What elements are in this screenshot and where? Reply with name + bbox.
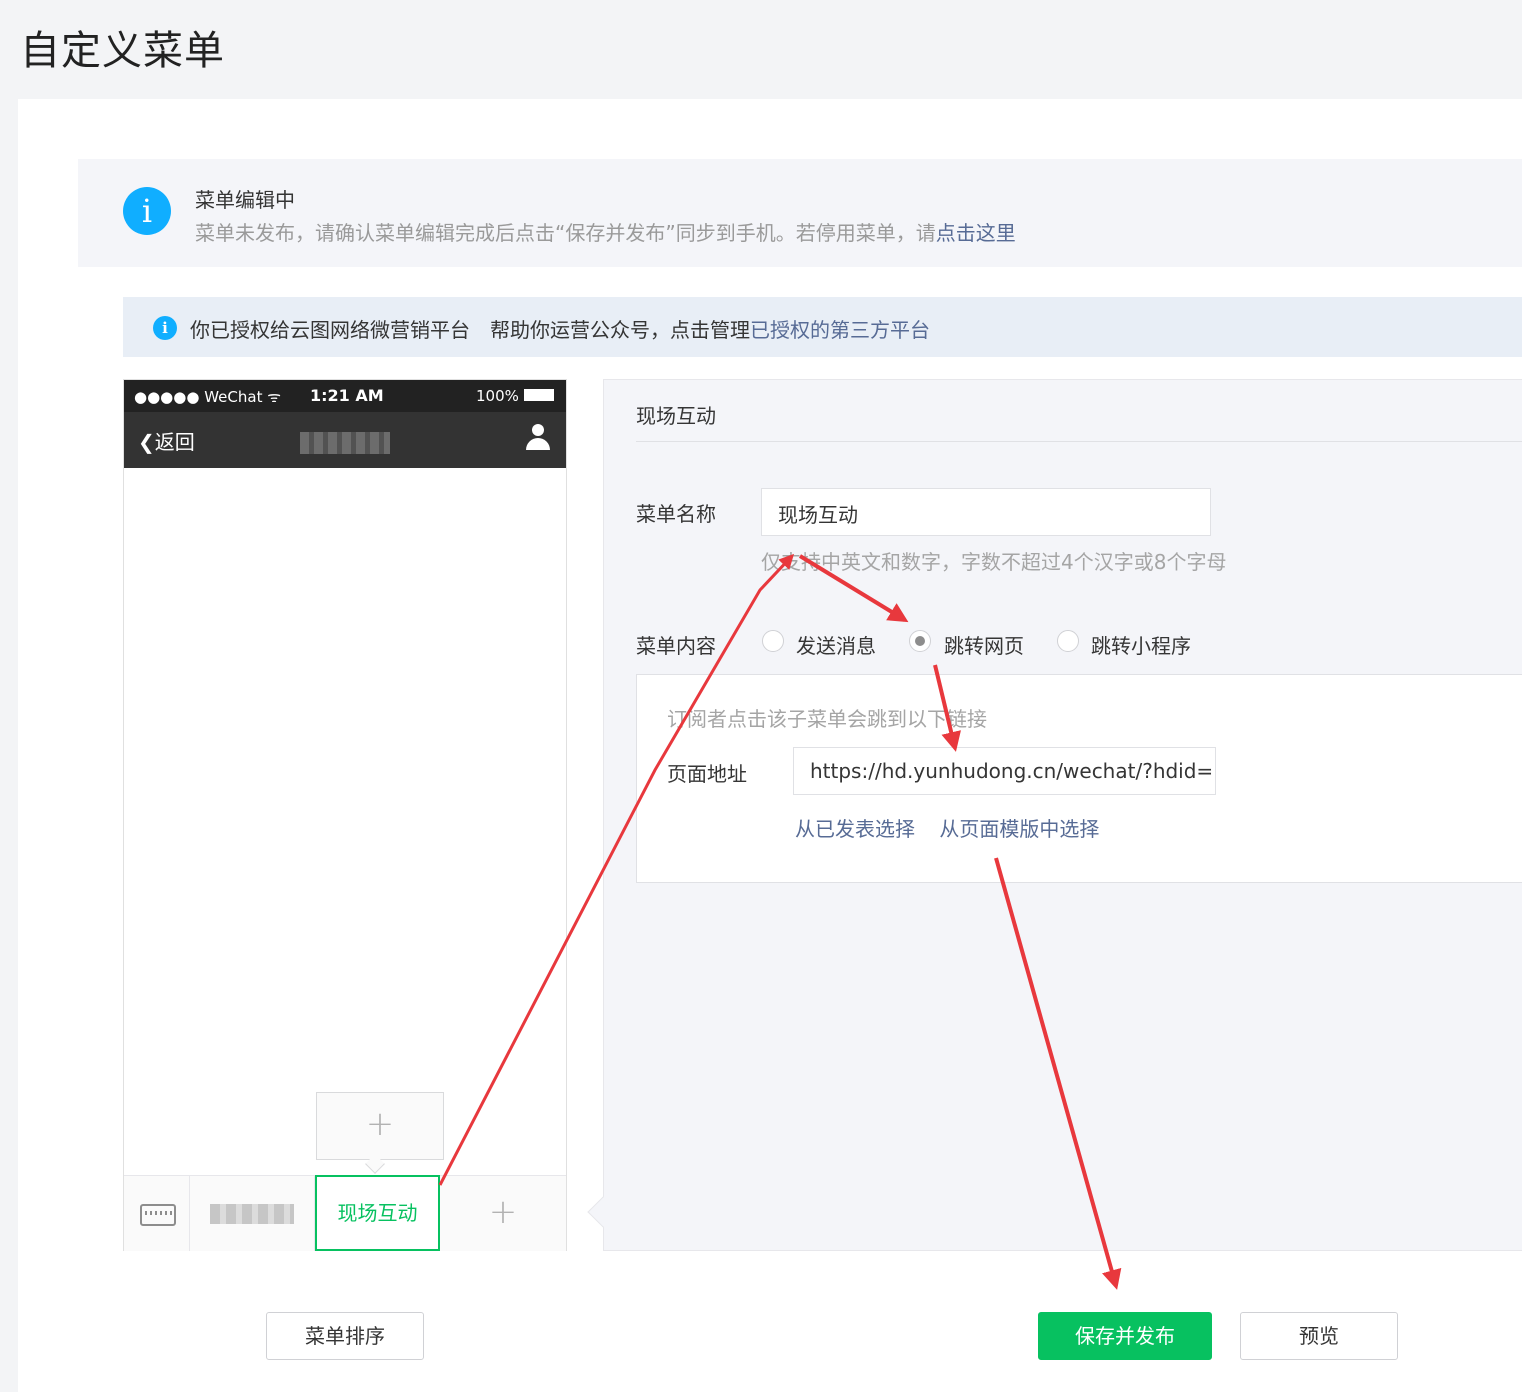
- page-title: 自定义菜单: [20, 28, 225, 74]
- select-template-link[interactable]: 从页面模版中选择: [939, 817, 1099, 841]
- menu-item-active[interactable]: 现场互动: [315, 1175, 440, 1251]
- third-party-link[interactable]: 已授权的第三方平台: [750, 318, 930, 342]
- webpage-content-box: 订阅者点击该子菜单会跳到以下链接 页面地址 https://hd.yunhudo…: [636, 674, 1522, 883]
- info-icon: i: [123, 187, 171, 235]
- notice-title: 菜单编辑中: [195, 188, 295, 212]
- phone-nav-bar: ❮返回: [124, 412, 566, 468]
- add-menu-button[interactable]: +: [440, 1176, 566, 1251]
- disable-menu-link[interactable]: 点击这里: [936, 221, 1016, 245]
- url-label: 页面地址: [667, 762, 747, 786]
- add-submenu-button[interactable]: +: [316, 1092, 444, 1160]
- account-name-blurred: [300, 432, 390, 454]
- menu-content-label: 菜单内容: [636, 634, 716, 658]
- menu-editor-panel: 现场互动 菜单名称 现场互动 仅支持中英文和数字，字数不超过4个汉字或8个字母 …: [603, 379, 1522, 1251]
- battery-text: 100%: [476, 387, 519, 405]
- notice-desc: 菜单未发布，请确认菜单编辑完成后点击“保存并发布”同步到手机。若停用菜单，请点击…: [195, 221, 1016, 245]
- editing-notice: i 菜单编辑中 菜单未发布，请确认菜单编辑完成后点击“保存并发布”同步到手机。若…: [78, 159, 1522, 267]
- info-icon: i: [153, 316, 177, 340]
- carrier: ●●●●● WeChat ᯤ: [134, 388, 281, 406]
- panel-title: 现场互动: [636, 404, 716, 428]
- save-publish-button[interactable]: 保存并发布: [1038, 1312, 1212, 1360]
- back-button: ❮返回: [138, 430, 195, 454]
- user-icon: [526, 424, 550, 452]
- preview-button[interactable]: 预览: [1240, 1312, 1398, 1360]
- divider: [636, 441, 1522, 442]
- keyboard-icon: [140, 1204, 176, 1226]
- radio-send-message[interactable]: [762, 630, 784, 652]
- menu-name-hint: 仅支持中英文和数字，字数不超过4个汉字或8个字母: [761, 550, 1227, 574]
- radio-jump-miniprogram-label[interactable]: 跳转小程序: [1091, 630, 1191, 659]
- phone-preview: ●●●●● WeChat ᯤ 1:21 AM 100% ❮返回 + 现场互动 +: [123, 379, 567, 1251]
- menu-name-label: 菜单名称: [636, 502, 716, 526]
- url-input[interactable]: https://hd.yunhudong.cn/wechat/?hdid=E: [793, 747, 1216, 795]
- select-published-link[interactable]: 从已发表选择: [795, 817, 915, 841]
- status-bar: ●●●●● WeChat ᯤ 1:21 AM 100%: [124, 380, 566, 412]
- menu-name-input[interactable]: 现场互动: [761, 488, 1211, 536]
- auth-text: 你已授权给云图网络微营销平台 帮助你运营公众号，点击管理已授权的第三方平台: [190, 318, 930, 342]
- menu-bar: 现场互动 +: [124, 1175, 566, 1251]
- battery-icon: [524, 389, 554, 401]
- radio-jump-webpage-label[interactable]: 跳转网页: [944, 630, 1024, 659]
- url-source-links: 从已发表选择 从页面模版中选择: [795, 813, 1117, 842]
- auth-bar: i 你已授权给云图网络微营销平台 帮助你运营公众号，点击管理已授权的第三方平台: [123, 297, 1522, 357]
- menu-item-blurred[interactable]: [190, 1176, 315, 1251]
- status-time: 1:21 AM: [310, 386, 384, 405]
- content-hint: 订阅者点击该子菜单会跳到以下链接: [667, 707, 987, 731]
- radio-send-message-label[interactable]: 发送消息: [796, 630, 876, 659]
- radio-jump-webpage[interactable]: [909, 630, 931, 652]
- radio-jump-miniprogram[interactable]: [1057, 630, 1079, 652]
- keyboard-toggle[interactable]: [124, 1176, 190, 1251]
- sort-menu-button[interactable]: 菜单排序: [266, 1312, 424, 1360]
